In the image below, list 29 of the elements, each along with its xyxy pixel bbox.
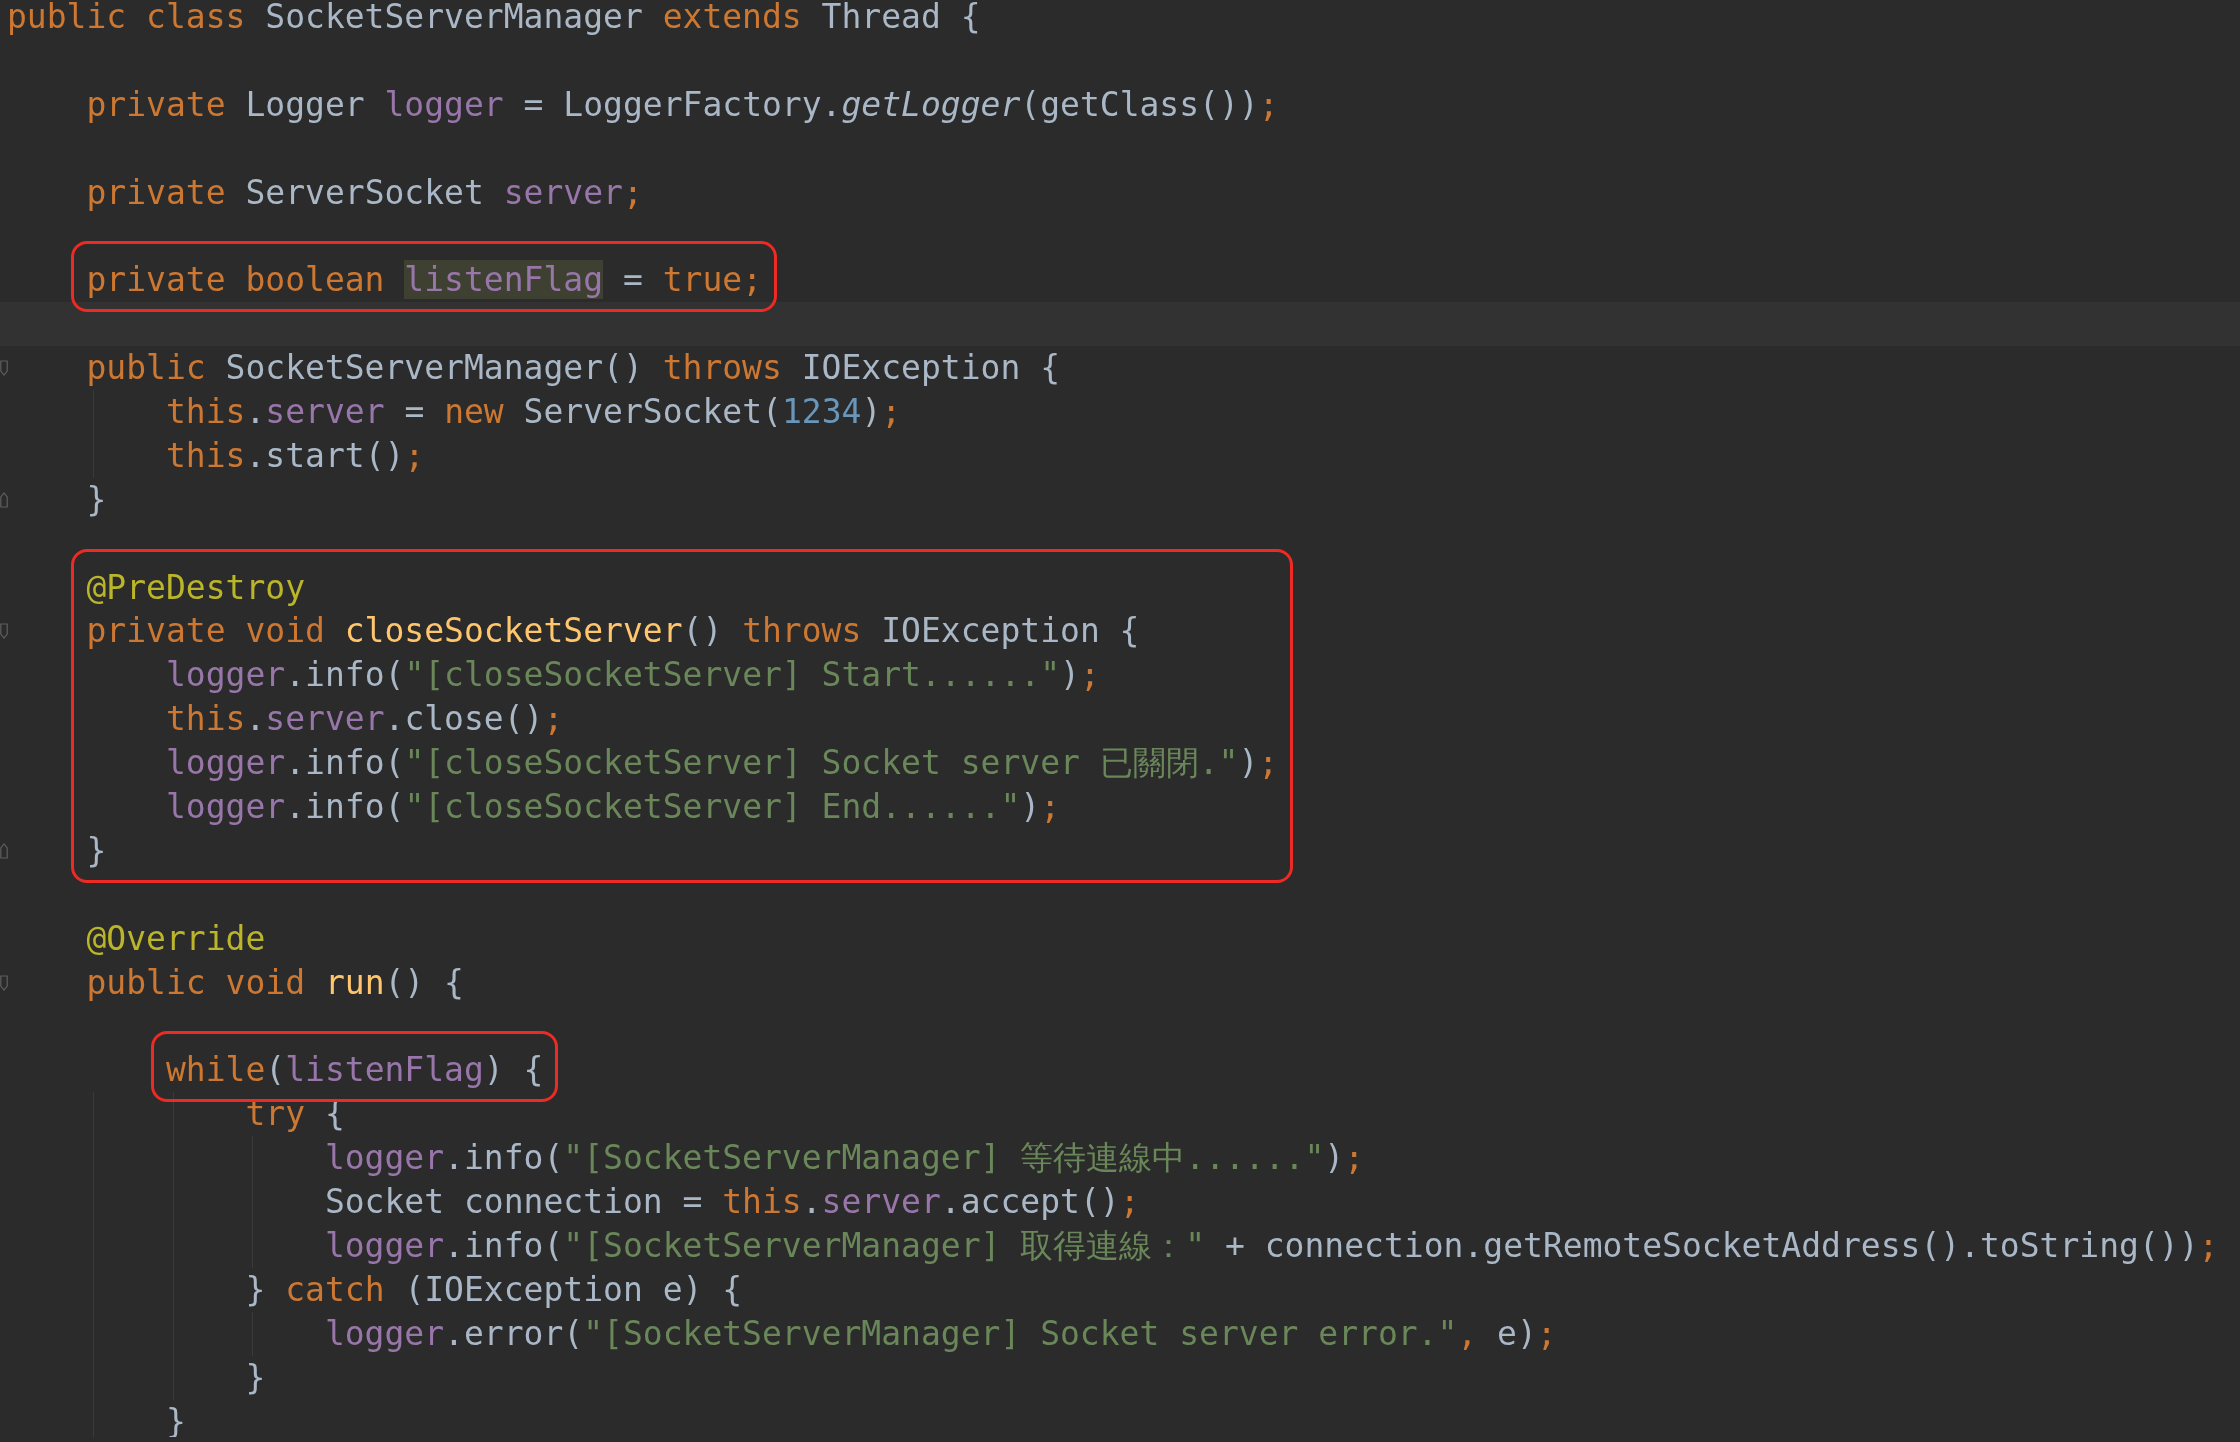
code-line: @PreDestroy [86, 567, 305, 607]
code-line: logger.info("[closeSocketServer] Socket server 已關閉."); [165, 743, 1279, 783]
code-line: private ServerSocket server; [86, 172, 643, 212]
code-line: } [86, 479, 107, 519]
code-line: public void run() { [86, 962, 464, 1002]
fold-marker-icon[interactable] [0, 623, 8, 640]
code-line: Socket connection = this.server.accept(); [324, 1182, 1140, 1222]
code-line: private void closeSocketServer() throws IOException { [86, 611, 1140, 651]
code-line: this.server.close(); [165, 699, 564, 739]
code-line: public class SocketServerManager extends Thread { [7, 0, 981, 36]
code-line: while(listenFlag) { [165, 1050, 544, 1090]
fold-marker-icon[interactable] [0, 974, 8, 991]
code-line: @Override [86, 918, 266, 958]
code-line: logger.info("[closeSocketServer] End......"); [165, 787, 1061, 827]
code-line: logger.info("[SocketServerManager] 等待連線中......"); [324, 1138, 1365, 1178]
code-line: private Logger logger = LoggerFactory.getLogger(getClass()); [86, 84, 1279, 124]
fold-marker-icon[interactable] [0, 491, 8, 508]
code-line: logger.info("[closeSocketServer] Start......"); [165, 655, 1100, 695]
code-line: } [86, 830, 107, 870]
code-line: } catch (IOException e) { [245, 1269, 743, 1309]
fold-marker-icon[interactable] [0, 360, 8, 377]
code-line: this.start(); [165, 435, 425, 475]
code-line: logger.error("[SocketServerManager] Socket server error.", e); [324, 1313, 1557, 1353]
code-line: this.server = new ServerSocket(1234); [165, 392, 902, 431]
fold-marker-icon[interactable] [0, 842, 8, 859]
code-line: private boolean listenFlag = true; [86, 260, 762, 300]
code-line: logger.info("[SocketServerManager] 取得連線：" + connection.getRemoteSocketAddress().toString()); [324, 1225, 2219, 1265]
code-line: public SocketServerManager() throws IOException { [86, 348, 1060, 388]
code-line: } [245, 1357, 266, 1397]
